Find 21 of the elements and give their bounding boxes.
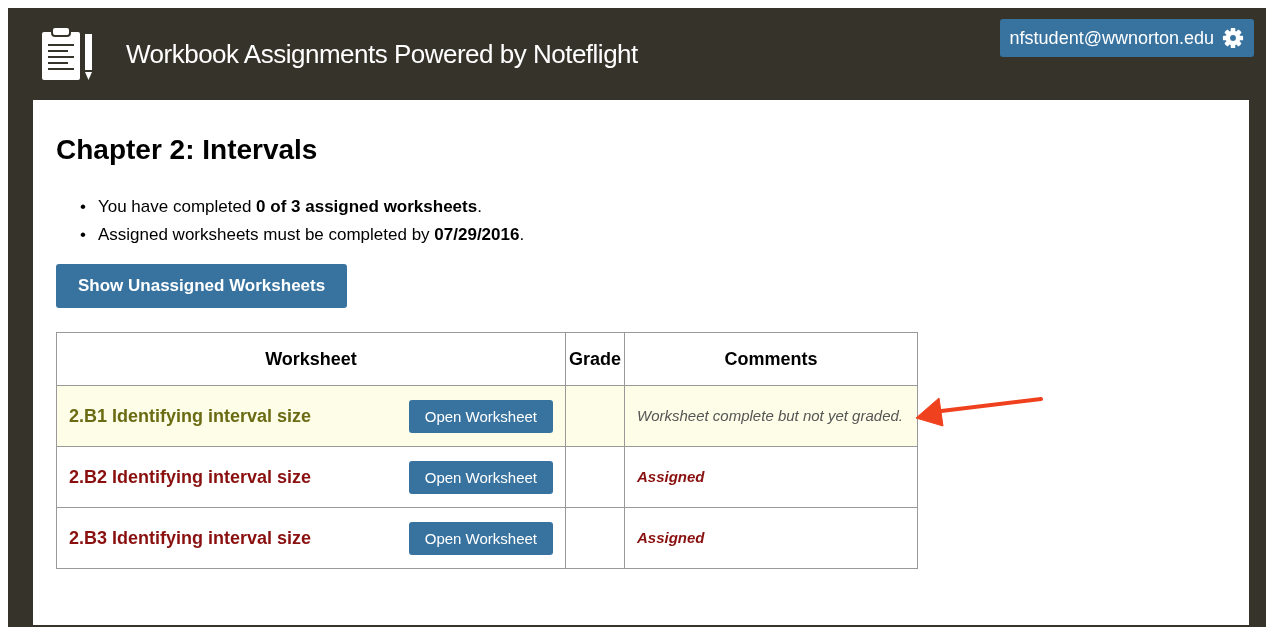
comment-text: Assigned [637, 468, 705, 486]
open-worksheet-button[interactable]: Open Worksheet [408, 521, 553, 555]
worksheet-name: 2.B3 Identifying interval size [69, 527, 312, 549]
column-header: Comments [624, 332, 918, 386]
show-unassigned-button[interactable]: Show Unassigned Worksheets [56, 264, 348, 309]
user-menu-button[interactable]: nfstudent@wwnorton.edu [999, 19, 1254, 57]
column-header: Worksheet [56, 332, 566, 386]
bullet-mark: • [80, 224, 86, 247]
worksheet-name: 2.B2 Identifying interval size [69, 466, 312, 488]
status-text: You have completed 0 of 3 assigned worksheets. [97, 196, 482, 218]
worksheet-name: 2.B1 Identifying interval size [69, 405, 312, 427]
comment-text: Worksheet complete but not yet graded. [637, 407, 903, 425]
bullet-mark: • [80, 196, 86, 218]
chapter-heading: Chapter 2: Intervals [56, 134, 319, 166]
comment-text: Assigned [637, 529, 705, 547]
settings-icon [1222, 27, 1244, 49]
open-worksheet-button[interactable]: Open Worksheet [408, 399, 553, 433]
open-worksheet-button[interactable]: Open Worksheet [408, 460, 553, 494]
status-text: Assigned worksheets must be completed by 07/29/2016. [97, 224, 525, 247]
app-title: Workbook Assignments Powered by Noteflight [126, 38, 639, 70]
column-header: Grade [565, 332, 625, 386]
